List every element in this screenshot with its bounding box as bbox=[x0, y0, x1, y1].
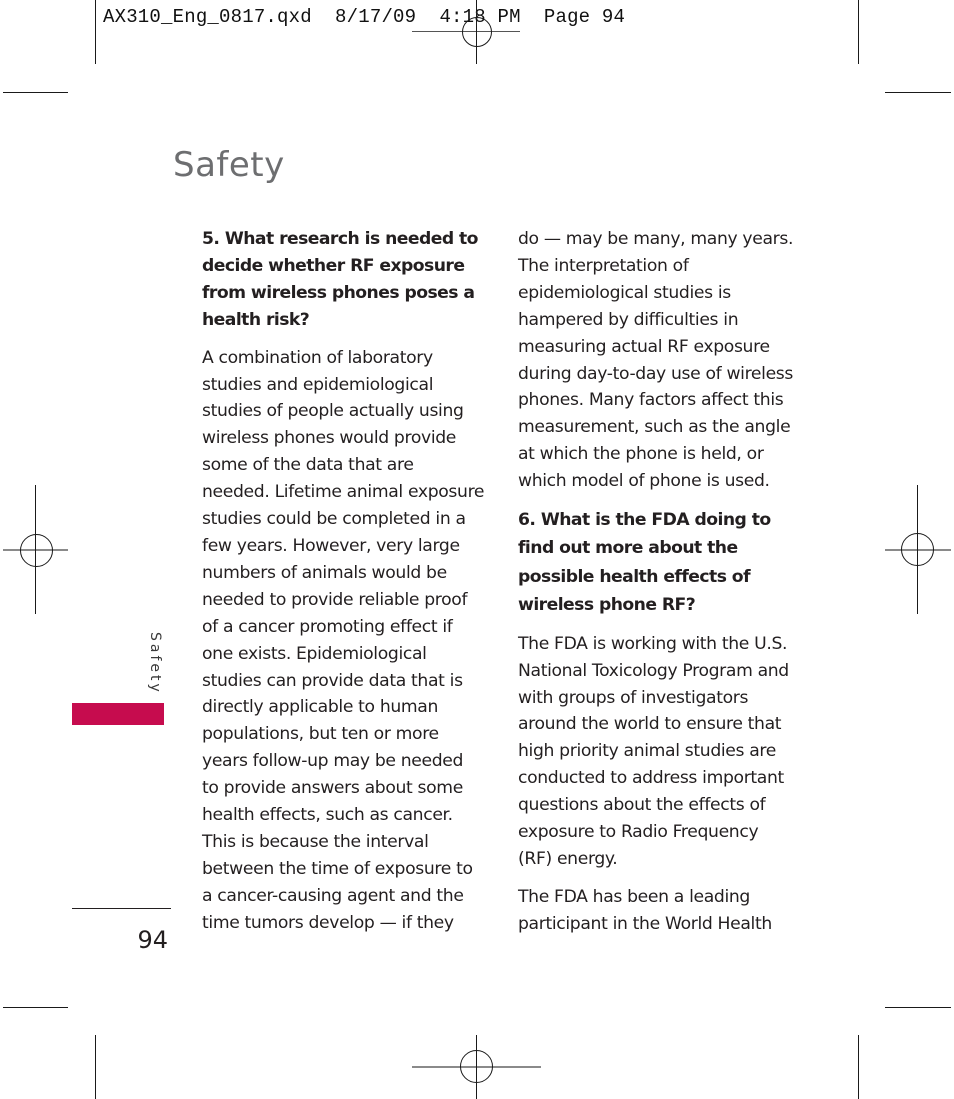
question-5-answer-continued: do — may be many, many years. The interp… bbox=[518, 226, 818, 495]
body-line: to provide answers about some bbox=[202, 778, 463, 799]
body-line: epidemiological studies is bbox=[518, 282, 731, 303]
body-line: The interpretation of bbox=[518, 255, 689, 276]
crop-mark-top-left-horizontal bbox=[3, 92, 68, 93]
crop-mark-top-left-vertical bbox=[95, 0, 96, 64]
body-line: a cancer-causing agent and the bbox=[202, 885, 464, 906]
heading-line: health risk? bbox=[202, 309, 310, 330]
body-line: measurement, such as the angle bbox=[518, 417, 791, 438]
body-line: studies could be completed in a bbox=[202, 509, 466, 530]
question-6-answer-paragraph-1: The FDA is working with the U.S. Nationa… bbox=[518, 631, 818, 873]
crop-mark-bottom-left-vertical bbox=[95, 1035, 96, 1099]
body-line: do — may be many, many years. bbox=[518, 229, 794, 249]
body-line: high priority animal studies are bbox=[518, 741, 776, 762]
body-line: conducted to address important bbox=[518, 768, 784, 789]
heading-line: find out more about the bbox=[518, 538, 738, 559]
body-line: at which the phone is held, or bbox=[518, 444, 764, 465]
body-line: studies and epidemiological bbox=[202, 374, 434, 395]
body-line: needed to provide reliable proof bbox=[202, 589, 468, 610]
body-line: which model of phone is used. bbox=[518, 471, 770, 492]
body-line: directly applicable to human bbox=[202, 697, 439, 718]
body-line: few years. However, very large bbox=[202, 535, 460, 556]
body-line: wireless phones would provide bbox=[202, 428, 457, 449]
body-line: time tumors develop — if they bbox=[202, 912, 454, 933]
question-5-answer: A combination of laboratory studies and … bbox=[202, 345, 492, 937]
body-line: one exists. Epidemiological bbox=[202, 643, 427, 664]
crop-mark-bottom-left-horizontal bbox=[3, 1007, 68, 1008]
body-line: exposure to Radio Frequency bbox=[518, 822, 759, 843]
side-tab-color-bar bbox=[72, 703, 164, 725]
body-line: questions about the effects of bbox=[518, 795, 766, 816]
body-line: phones. Many factors affect this bbox=[518, 390, 784, 411]
body-line: National Toxicology Program and bbox=[518, 660, 789, 681]
body-line: years follow-up may be needed bbox=[202, 751, 464, 772]
body-line: with groups of investigators bbox=[518, 687, 749, 708]
right-column: do — may be many, many years. The interp… bbox=[518, 226, 818, 938]
heading-line: 5. What research is needed to bbox=[202, 229, 479, 249]
body-line: during day-to-day use of wireless bbox=[518, 363, 793, 384]
heading-line: possible health effects of bbox=[518, 566, 751, 587]
body-line: studies can provide data that is bbox=[202, 670, 463, 691]
body-line: A combination of laboratory bbox=[202, 347, 433, 368]
registration-circle-icon bbox=[462, 17, 492, 47]
printer-slug-line: AX310_Eng_0817.qxd 8/17/09 4:18 PM Page … bbox=[103, 6, 626, 28]
registration-circle-icon bbox=[901, 533, 934, 566]
body-line: (RF) energy. bbox=[518, 848, 618, 869]
question-5-heading: 5. What research is needed to decide whe… bbox=[202, 226, 492, 334]
registration-circle-icon bbox=[460, 1050, 493, 1083]
body-line: hampered by difficulties in bbox=[518, 309, 739, 330]
body-line: This is because the interval bbox=[202, 831, 429, 852]
registration-circle-icon bbox=[20, 534, 53, 567]
heading-line: from wireless phones poses a bbox=[202, 282, 475, 303]
body-line: health effects, such as cancer. bbox=[202, 805, 453, 826]
section-title: Safety bbox=[173, 145, 285, 185]
crop-mark-top-right-horizontal bbox=[885, 92, 951, 93]
heading-line: decide whether RF exposure bbox=[202, 255, 465, 276]
body-line: The FDA has been a leading bbox=[518, 886, 750, 907]
left-column: 5. What research is needed to decide whe… bbox=[202, 226, 492, 937]
question-6-heading: 6. What is the FDA doing to find out mor… bbox=[518, 506, 818, 620]
body-line: measuring actual RF exposure bbox=[518, 336, 770, 357]
crop-mark-bottom-right-horizontal bbox=[885, 1007, 951, 1008]
body-line: populations, but ten or more bbox=[202, 724, 439, 745]
body-line: participant in the World Health bbox=[518, 913, 772, 934]
heading-line: 6. What is the FDA doing to bbox=[518, 510, 771, 531]
body-line: numbers of animals would be bbox=[202, 562, 447, 583]
footer-rule bbox=[72, 908, 171, 909]
body-line: needed. Lifetime animal exposure bbox=[202, 482, 485, 503]
crop-mark-top-right-vertical bbox=[858, 0, 859, 64]
body-line: between the time of exposure to bbox=[202, 858, 473, 879]
body-line: The FDA is working with the U.S. bbox=[518, 633, 788, 654]
side-tab-label: Safety bbox=[147, 632, 163, 695]
body-line: some of the data that are bbox=[202, 455, 414, 476]
question-6-answer-paragraph-2: The FDA has been a leading participant i… bbox=[518, 884, 818, 938]
crop-mark-bottom-right-vertical bbox=[858, 1035, 859, 1099]
page-number: 94 bbox=[137, 926, 168, 954]
body-line: studies of people actually using bbox=[202, 401, 464, 422]
body-line: around the world to ensure that bbox=[518, 714, 782, 735]
body-line: of a cancer promoting effect if bbox=[202, 616, 453, 637]
heading-line: wireless phone RF? bbox=[518, 595, 696, 616]
